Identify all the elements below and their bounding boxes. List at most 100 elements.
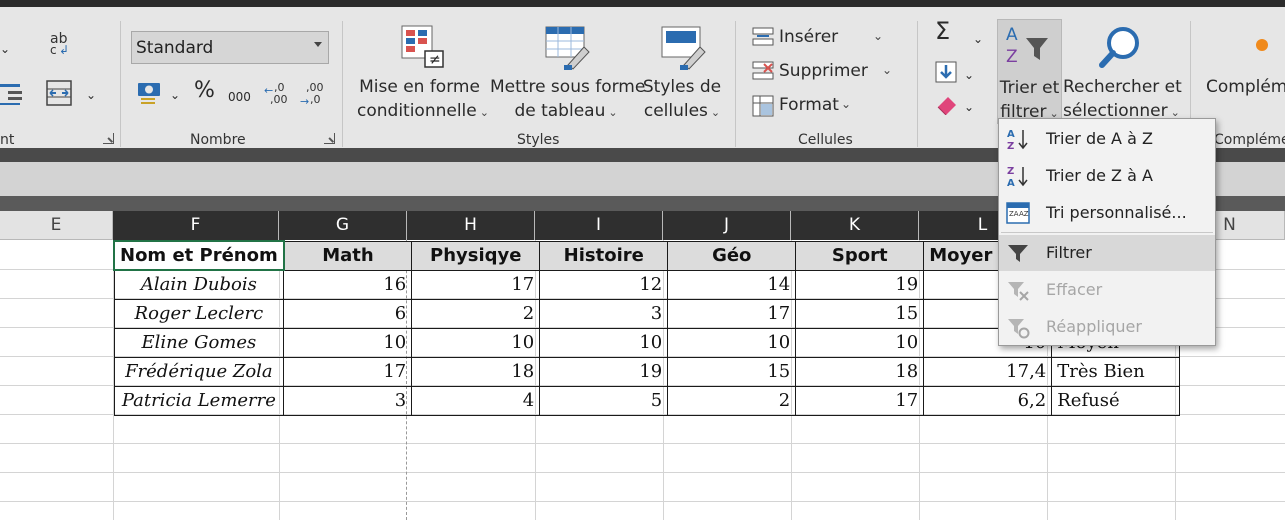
menu-item-filter[interactable]: Filtrer [999,235,1215,271]
filter-icon [1006,241,1030,265]
chevron-down-icon[interactable]: ⌄ [964,65,974,85]
group-label-addins: Compléme [1214,132,1285,148]
increase-decimal-button[interactable]: ,0 ,00 ← [264,81,296,107]
percent-button[interactable]: % [194,80,215,102]
conditional-formatting-label-2: conditionnelle [357,101,477,121]
cell[interactable]: Refusé [1051,385,1181,416]
column-header-k[interactable]: K [791,211,919,240]
conditional-formatting-button[interactable]: Mise en forme conditionnelle ⌄ [357,75,489,125]
menu-item-sort-az[interactable]: AZ Trier de A à Z [999,121,1215,157]
menu-item-reapply[interactable]: Réappliquer [999,309,1215,345]
chevron-down-icon: ⌄ [873,29,884,43]
cell[interactable]: 19 [795,269,925,300]
cell[interactable]: 10 [283,327,413,358]
dialog-launcher-icon[interactable] [324,133,335,144]
cell[interactable]: 10 [539,327,669,358]
decrease-decimal-button[interactable]: ,00 ,0 → [300,81,332,108]
chevron-down-icon[interactable]: ⌄ [86,85,96,105]
search-icon [1097,23,1143,69]
table-row: Frédérique Zola 17 18 19 15 18 17,4 Très… [113,356,1181,387]
merge-center-icon[interactable] [46,80,72,106]
dialog-launcher-icon[interactable] [103,133,114,144]
cell[interactable]: 16 [283,269,413,300]
format-cells-icon [752,95,774,117]
cell[interactable]: 14 [667,269,797,300]
cell[interactable]: 6 [283,298,413,329]
cell[interactable]: Alain Dubois [113,269,285,300]
group-label-cells: Cellules [798,132,853,148]
insert-button[interactable]: Insérer ⌄ [752,25,897,51]
chevron-down-icon: ⌄ [882,63,893,77]
clear-eraser-icon[interactable] [935,93,959,116]
sort-za-icon: ZA [1006,164,1030,189]
clear-filter-icon [1006,278,1030,302]
column-header-j[interactable]: J [663,211,791,240]
sort-filter-label-1: Trier et [999,78,1060,98]
cell[interactable]: 17 [795,385,925,416]
wrap-arrow-glyph: ↲ [59,43,70,57]
chevron-down-icon[interactable]: ⌄ [170,85,180,105]
cell[interactable]: 6,2 [923,385,1053,416]
cell[interactable]: Frédérique Zola [113,356,285,387]
cell[interactable]: 2 [667,385,797,416]
column-header-i[interactable]: I [535,211,663,240]
chevron-down-icon[interactable]: ⌄ [973,29,983,49]
sort-filter-button[interactable]: AZ Trier et filtrer ⌄ [997,19,1062,124]
cell[interactable]: 10 [667,327,797,358]
header-cell[interactable]: Géo [667,240,797,271]
column-header-f[interactable]: F [113,211,279,240]
wrap-text-icon[interactable]: ab c ↲ [48,31,70,57]
header-cell[interactable]: Histoire [539,240,669,271]
header-cell[interactable]: Physiqye [411,240,541,271]
addins-button[interactable]: Compléments [1206,77,1285,97]
delete-button[interactable]: Supprimer ⌄ [752,59,897,85]
thousands-separator-button[interactable]: 000 [228,87,251,107]
cell[interactable]: 17 [411,269,541,300]
header-cell[interactable]: Math [283,240,413,271]
menu-item-custom-sort[interactable]: ZA AZ Tri personnalisé... [999,195,1215,231]
header-cell[interactable]: Nom et Prénom [113,240,285,271]
cell[interactable]: 4 [411,385,541,416]
header-cell[interactable]: Sport [795,240,925,271]
cell[interactable]: 12 [539,269,669,300]
sort-filter-icon: AZ [1004,24,1054,68]
cell[interactable]: 19 [539,356,669,387]
fill-down-icon[interactable] [935,61,957,83]
group-separator [120,21,121,147]
autosum-icon[interactable]: Σ [935,19,950,43]
cell-styles-button[interactable]: Styles de cellules ⌄ [642,75,722,125]
cell[interactable]: 10 [411,327,541,358]
cell[interactable]: Roger Leclerc [113,298,285,329]
format-button[interactable]: Format ⌄ [752,93,897,119]
chevron-down-icon[interactable]: ⌄ [0,39,10,59]
cell[interactable]: Patricia Lemerre [113,385,285,416]
cell[interactable]: 5 [539,385,669,416]
cell[interactable]: 18 [795,356,925,387]
cell[interactable]: 17,4 [923,356,1053,387]
number-format-combo[interactable]: Standard [131,31,329,64]
svg-text:ZA: ZA [1009,210,1019,218]
column-header-g[interactable]: G [279,211,407,240]
cell[interactable]: 18 [411,356,541,387]
column-header-e[interactable]: E [0,211,113,240]
currency-icon[interactable] [137,79,163,105]
chevron-down-icon[interactable]: ⌄ [964,97,974,117]
cell[interactable]: 2 [411,298,541,329]
decrease-decimal-bottom: ,0 [310,93,321,106]
cell[interactable]: 17 [667,298,797,329]
cell[interactable]: 17 [283,356,413,387]
cell[interactable]: Très Bien [1051,356,1181,387]
insert-label: Insérer [779,27,839,47]
indent-icon[interactable] [0,82,24,106]
cell[interactable]: 3 [539,298,669,329]
cell[interactable]: 15 [667,356,797,387]
cell[interactable]: 10 [795,327,925,358]
format-as-table-button[interactable]: Mettre sous forme de tableau ⌄ [490,75,645,125]
menu-item-clear[interactable]: Effacer [999,272,1215,308]
menu-item-sort-za[interactable]: ZA Trier de Z à A [999,158,1215,194]
arrow-left-icon: ← [264,84,274,97]
cell[interactable]: Eline Gomes [113,327,285,358]
column-header-h[interactable]: H [407,211,535,240]
cell[interactable]: 15 [795,298,925,329]
cell[interactable]: 3 [283,385,413,416]
